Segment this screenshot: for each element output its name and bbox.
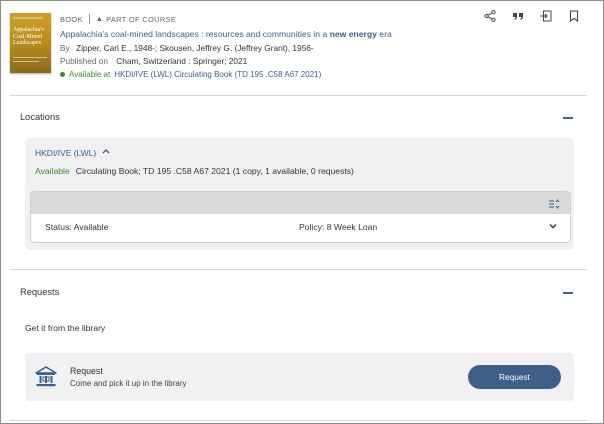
availability-location-link[interactable]: HKDI/IVE (LWL) Circulating Book (TD 195 … (114, 70, 321, 79)
get-it-heading: Get it from the library (25, 323, 106, 333)
location-panel: HKDI/IVE (LWL) Available Circulating Book… (25, 138, 574, 250)
share-icon[interactable] (483, 9, 497, 23)
availability-label: Available at (69, 70, 111, 79)
request-subtitle: Come and pick it up in the library (70, 379, 187, 388)
request-title: Request (70, 366, 103, 376)
section-divider (10, 420, 587, 421)
send-to-icon[interactable] (539, 9, 553, 23)
bookmark-icon[interactable] (567, 9, 581, 23)
library-building-icon (34, 365, 58, 389)
chevron-up-icon (102, 148, 110, 156)
requests-heading: Requests (20, 287, 60, 297)
publication-row: Published on Cham, Switzerland : Springe… (60, 56, 247, 66)
section-divider (10, 95, 587, 96)
part-of-course-label: PART OF COURSE (106, 14, 177, 24)
library-toggle[interactable]: HKDI/IVE (LWL) (35, 148, 110, 158)
item-card: Status: Available Policy: 8 Week Loan (30, 191, 571, 243)
library-name: HKDI/IVE (LWL) (35, 148, 97, 158)
record-actions (483, 9, 581, 23)
authors[interactable]: Zipper, Carl E., 1948-; Skousen, Jeffrey… (76, 43, 314, 53)
holding-status: Available (35, 166, 70, 176)
holding-details: Circulating Book; TD 195 .C58 A67 2021 (… (75, 166, 354, 176)
record-page: Appalachia's Coal-Mined Landscapes BOOK … (0, 0, 604, 424)
section-divider (10, 269, 587, 270)
sort-filter-icon[interactable] (548, 197, 560, 209)
request-panel: Request Come and pick it up in the libra… (25, 353, 574, 401)
item-toolbar (31, 192, 570, 214)
locations-collapse-icon[interactable] (563, 117, 573, 119)
availability-dot-icon (60, 72, 65, 77)
availability-row: Available at HKDI/IVE (LWL) Circulating … (60, 70, 321, 79)
quote-icon[interactable] (511, 9, 525, 23)
by-label: By (60, 43, 70, 53)
publication-info: Cham, Switzerland : Springer; 2021 (116, 56, 248, 66)
item-status: Status: Available (45, 222, 109, 232)
request-button[interactable]: Request (468, 365, 561, 389)
record-title-link[interactable]: Appalachia's coal-mined landscapes : res… (60, 29, 392, 39)
locations-heading: Locations (20, 112, 60, 122)
book-cover-thumbnail[interactable]: Appalachia's Coal-Mined Landscapes (10, 13, 51, 73)
chevron-down-icon[interactable] (548, 221, 558, 231)
graduation-cap-icon: ▲ (95, 15, 104, 23)
holding-summary: Available Circulating Book; TD 195 .C58 A… (35, 166, 354, 176)
title-prefix: Appalachia's coal-mined landscapes : res… (60, 29, 330, 39)
record-type-row: BOOK ▲ PART OF COURSE (60, 13, 176, 25)
published-label: Published on (60, 56, 108, 66)
cover-title: Appalachia's Coal-Mined Landscapes (13, 27, 44, 46)
title-highlight: new energy (329, 29, 377, 39)
authors-row: By Zipper, Carl E., 1948-; Skousen, Jeff… (60, 43, 314, 53)
requests-collapse-icon[interactable] (563, 292, 573, 294)
title-suffix: era (376, 29, 392, 39)
item-row[interactable]: Status: Available Policy: 8 Week Loan (45, 222, 558, 232)
resource-type-label: BOOK (60, 14, 83, 24)
item-policy: Policy: 8 Week Loan (299, 222, 378, 232)
